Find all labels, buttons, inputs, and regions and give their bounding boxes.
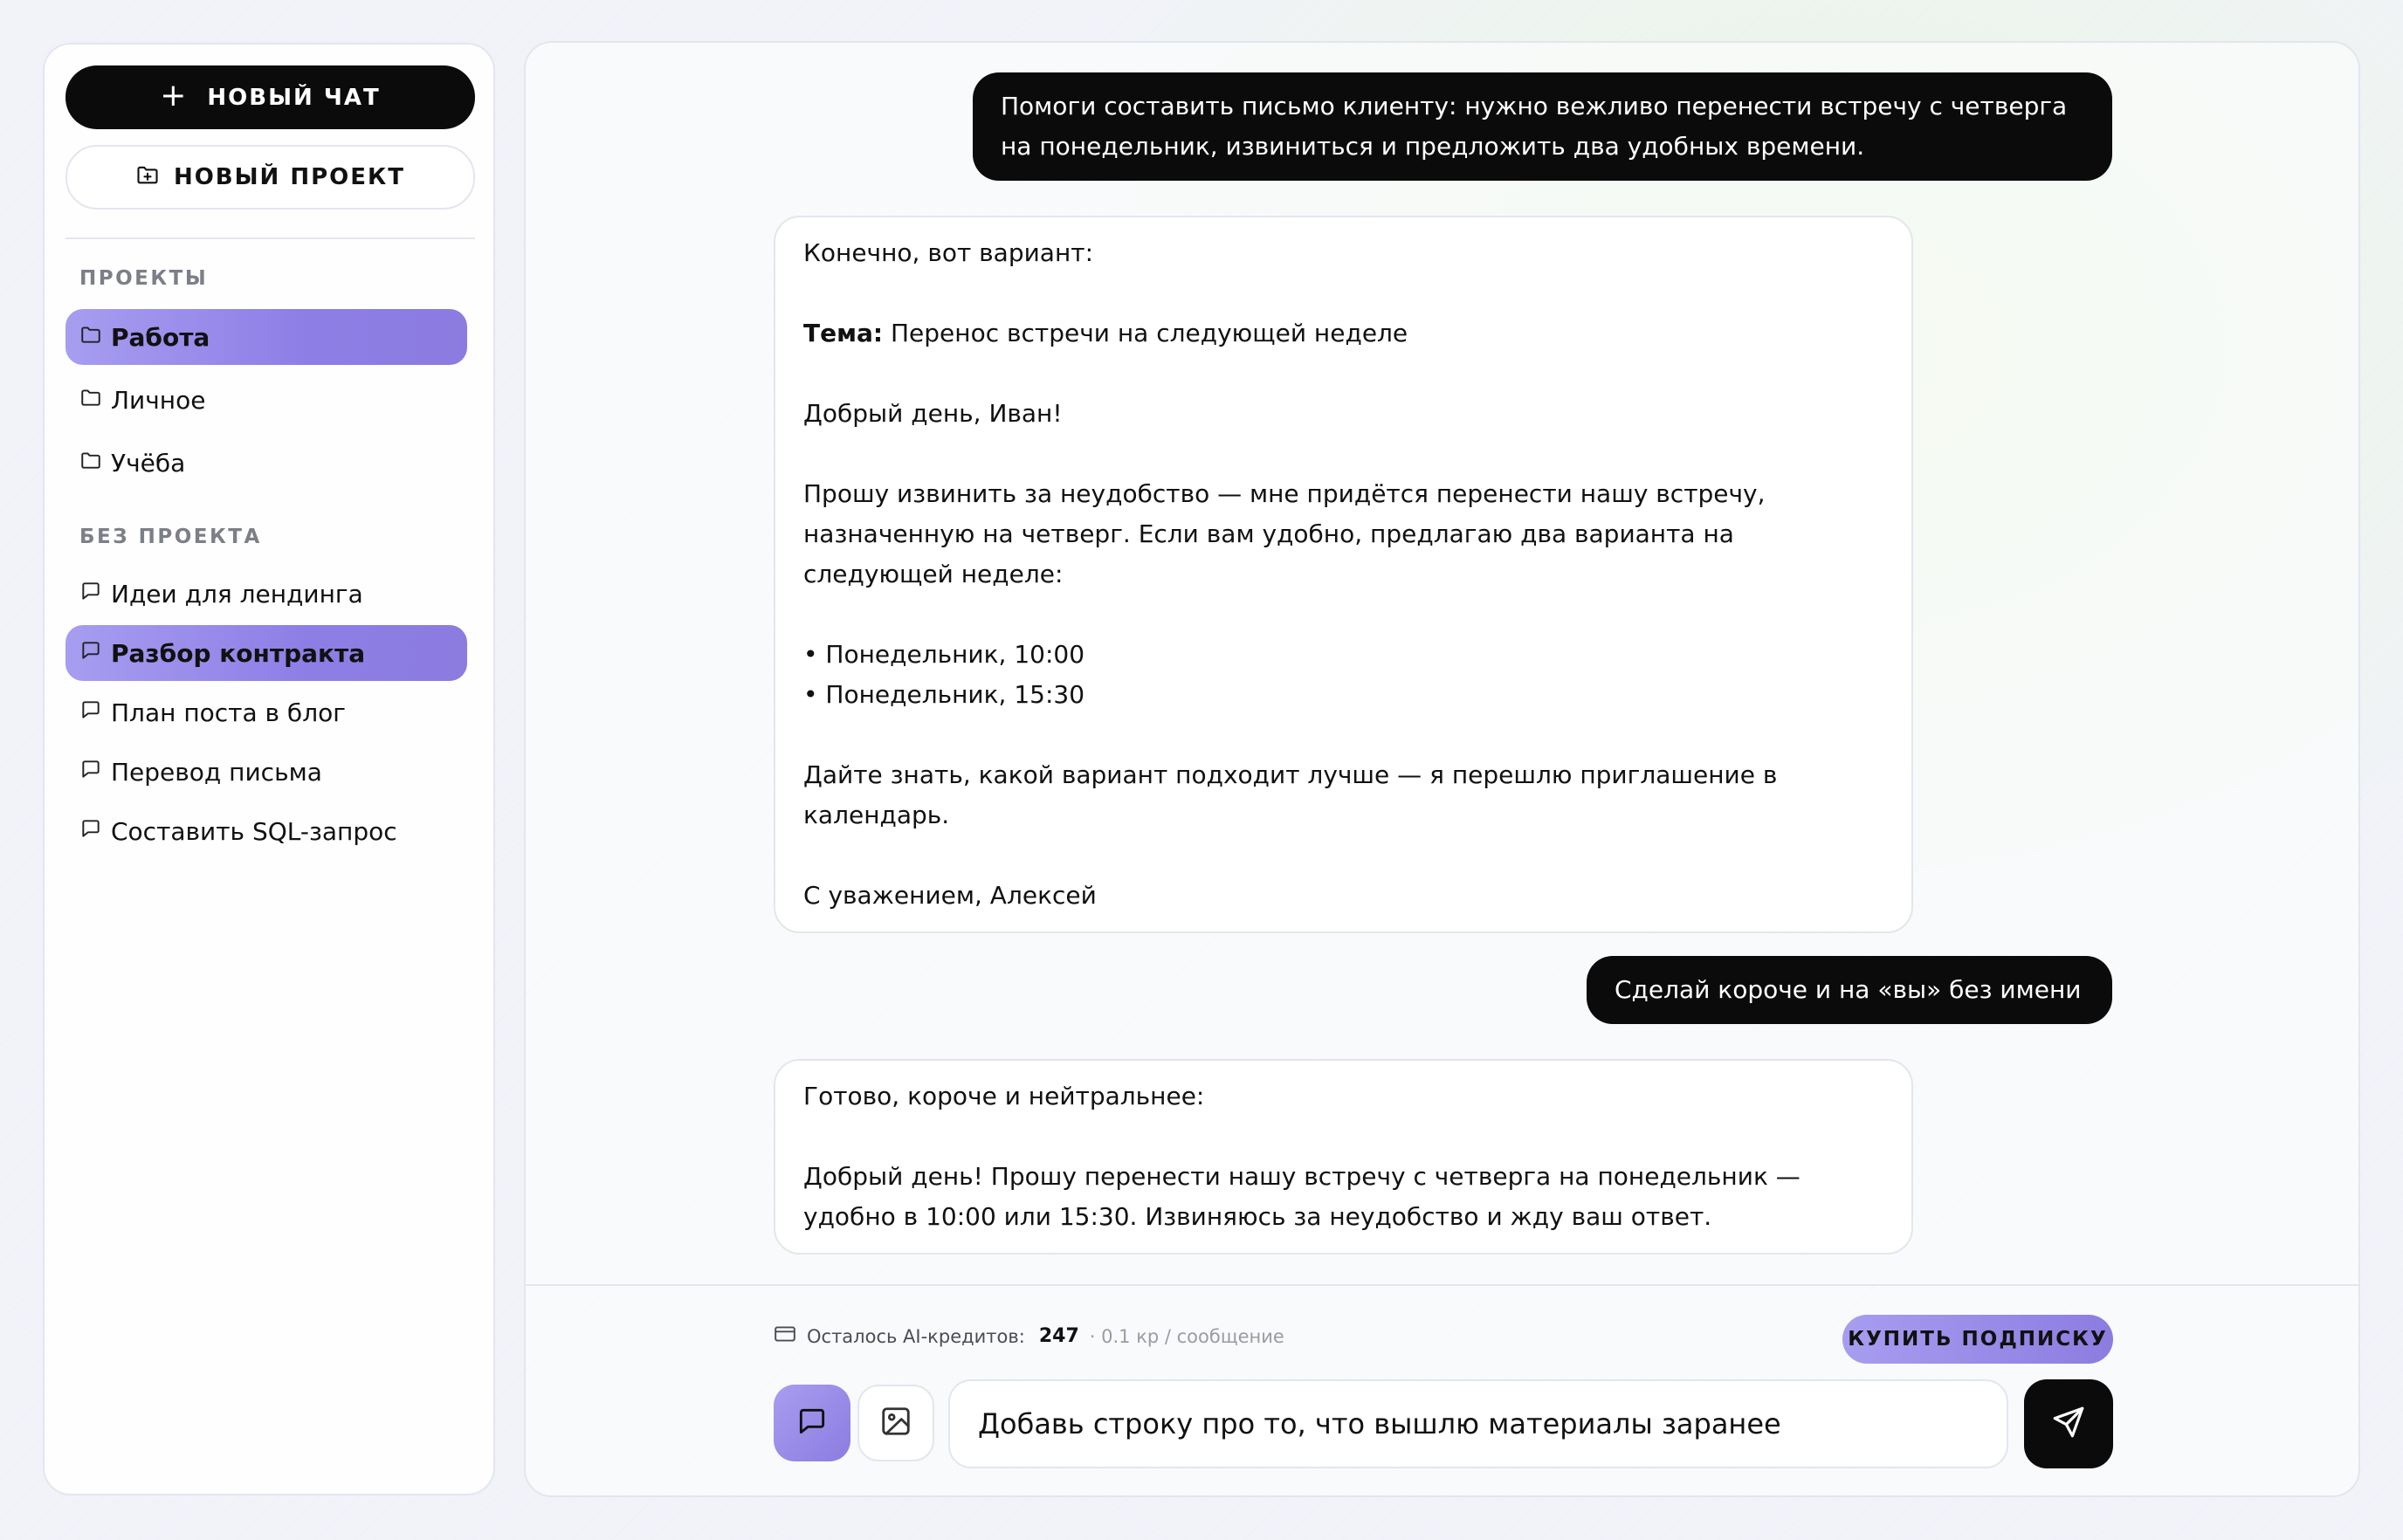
plus-icon: +	[160, 77, 189, 113]
sidebar-item-project-study[interactable]: Учёба	[65, 435, 467, 491]
chats-list: Идеи для лендинга Разбор контракта План …	[65, 566, 472, 859]
message-line: назначенную на четверг. Если вам удобно,…	[803, 519, 1734, 548]
user-message: Сделай короче и на «вы» без имени	[1587, 956, 2112, 1024]
sidebar-item-project-personal[interactable]: Личное	[65, 372, 467, 428]
message-line: на понедельник, извиниться и предложить …	[1001, 132, 1865, 161]
assistant-message: Конечно, вот вариант: Тема: Перенос встр…	[774, 216, 1913, 933]
message-line: Конечно, вот вариант:	[803, 238, 1094, 267]
sidebar-item-chat-letter-translation[interactable]: Перевод письма	[65, 744, 467, 800]
sidebar-item-label: Работа	[111, 322, 210, 352]
image-icon	[879, 1405, 912, 1441]
sidebar-item-project-work[interactable]: Работа	[65, 309, 467, 365]
sidebar-item-label: Разбор контракта	[111, 638, 366, 668]
message-line: Сделай короче и на «вы» без имени	[1615, 975, 2082, 1004]
chat-bubble-icon	[795, 1405, 829, 1441]
message-bullet: • Понедельник, 15:30	[803, 680, 1085, 709]
message-line: Добрый день! Прошу перенести нашу встреч…	[803, 1162, 1801, 1191]
message-line: С уважением, Алексей	[803, 881, 1097, 910]
chat-bubble-icon	[79, 758, 102, 787]
sidebar-item-label: Учёба	[111, 448, 186, 478]
sidebar-divider	[65, 237, 475, 239]
send-icon	[2050, 1404, 2087, 1444]
sidebar-item-chat-contract-review[interactable]: Разбор контракта	[65, 625, 467, 681]
sidebar-item-chat-blog-plan[interactable]: План поста в блог	[65, 684, 467, 740]
folder-icon	[79, 386, 102, 415]
new-chat-button[interactable]: + НОВЫЙ ЧАТ	[65, 65, 475, 129]
new-project-button[interactable]: НОВЫЙ ПРОЕКТ	[65, 145, 475, 210]
chat-bubble-icon	[79, 639, 102, 668]
message-bullet: • Понедельник, 10:00	[803, 640, 1085, 669]
message-line: Прошу извинить за неудобство — мне придё…	[803, 479, 1766, 508]
subject-label: Тема:	[803, 319, 884, 347]
image-mode-button[interactable]	[857, 1385, 934, 1461]
credits-info: Осталось AI-кредитов: 247 · 0.1 кр / соо…	[774, 1324, 1284, 1348]
credits-rate: · 0.1 кр / сообщение	[1089, 1325, 1284, 1347]
chat-panel: Помоги составить письмо клиенту: нужно в…	[524, 41, 2360, 1497]
assistant-message: Готово, короче и нейтральнее: Добрый ден…	[774, 1059, 1913, 1255]
sidebar-item-chat-sql-query[interactable]: Составить SQL-запрос	[65, 803, 467, 859]
message-line: удобно в 10:00 или 15:30. Извиняюсь за н…	[803, 1202, 1712, 1231]
new-chat-label: НОВЫЙ ЧАТ	[207, 84, 381, 111]
chat-mode-button[interactable]	[774, 1385, 850, 1461]
projects-list: Работа Личное Учёба	[65, 309, 472, 491]
sidebar-item-label: Личное	[111, 385, 206, 415]
user-message: Помоги составить письмо клиенту: нужно в…	[973, 72, 2112, 181]
sidebar-item-label: Составить SQL-запрос	[111, 816, 397, 846]
folder-icon	[79, 449, 102, 478]
credits-label: Осталось AI-кредитов:	[807, 1325, 1025, 1347]
chat-bubble-icon	[79, 817, 102, 846]
projects-heading: ПРОЕКТЫ	[79, 267, 209, 290]
sidebar: + НОВЫЙ ЧАТ НОВЫЙ ПРОЕКТ ПРОЕКТЫ Работа …	[43, 43, 495, 1495]
message-input[interactable]	[948, 1379, 2008, 1468]
message-line: следующей неделе:	[803, 560, 1064, 588]
chat-bubble-icon	[79, 580, 102, 608]
credits-count: 247	[1038, 1325, 1079, 1347]
buy-subscription-button[interactable]: КУПИТЬ ПОДПИСКУ	[1842, 1315, 2113, 1364]
email-subject: Тема: Перенос встречи на следующей недел…	[803, 313, 1883, 354]
composer-divider	[526, 1284, 2358, 1286]
message-list: Помоги составить письмо клиенту: нужно в…	[526, 43, 2358, 1284]
sidebar-item-chat-landing-ideas[interactable]: Идеи для лендинга	[65, 566, 467, 622]
folder-icon	[79, 323, 102, 352]
message-line: Дайте знать, какой вариант подходит лучш…	[803, 760, 1778, 789]
sidebar-item-label: Идеи для лендинга	[111, 579, 363, 608]
sidebar-item-label: План поста в блог	[111, 698, 346, 727]
new-project-label: НОВЫЙ ПРОЕКТ	[173, 164, 406, 190]
message-line: календарь.	[803, 801, 950, 829]
chat-bubble-icon	[79, 698, 102, 727]
send-button[interactable]	[2024, 1379, 2113, 1468]
message-line: Добрый день, Иван!	[803, 399, 1063, 428]
message-line: Готово, короче и нейтральнее:	[803, 1082, 1205, 1110]
subject-text: Перенос встречи на следующей неделе	[883, 319, 1408, 347]
message-line: Помоги составить письмо клиенту: нужно в…	[1001, 92, 2068, 120]
credit-card-icon	[774, 1324, 796, 1348]
folder-plus-icon	[135, 162, 160, 193]
sidebar-item-label: Перевод письма	[111, 757, 322, 787]
no-project-heading: БЕЗ ПРОЕКТА	[79, 526, 262, 548]
